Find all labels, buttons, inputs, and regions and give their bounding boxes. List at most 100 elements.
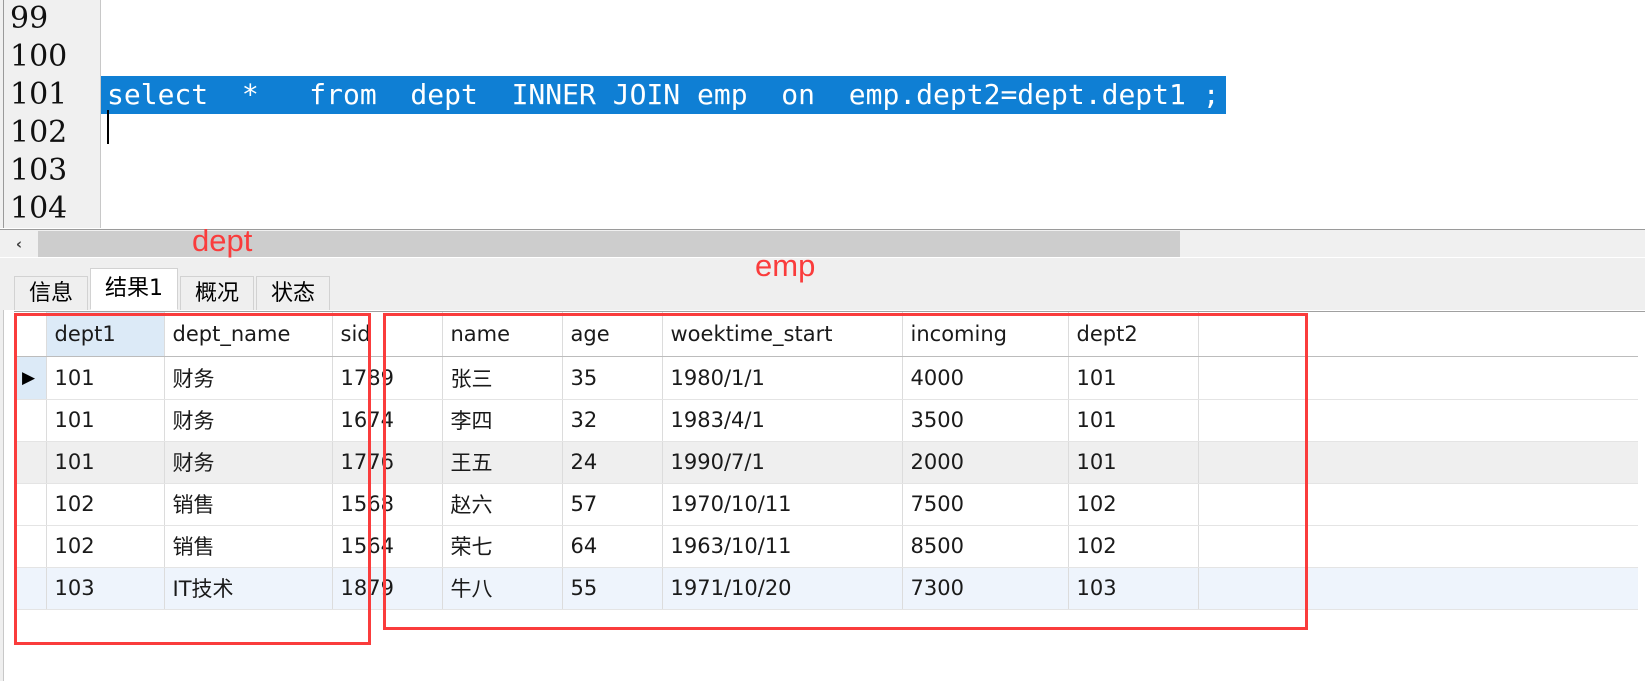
cell-incoming[interactable]: 7500 [902,483,1069,526]
cell-age[interactable]: 32 [562,399,663,442]
column-header-dept1[interactable]: dept1 [46,312,165,357]
sql-editor[interactable]: 99 100 101 102 103 104 select * from dep… [0,0,1645,228]
cell-sid[interactable]: 1564 [332,525,443,568]
cell-dept_name[interactable]: 销售 [164,483,333,526]
annotation-label-emp: emp [755,248,816,283]
cell-dept_name[interactable]: 财务 [164,399,333,442]
annotation-label-dept: dept [192,223,253,258]
cell-age[interactable]: 57 [562,483,663,526]
table-row[interactable]: ▶ 101 财务 1789 张三 35 1980/1/1 4000 101 [14,356,1638,400]
cell-incoming[interactable]: 2000 [902,441,1069,484]
cell-dept1[interactable]: 103 [46,567,165,610]
column-header-woektime_start[interactable]: woektime_start [662,312,903,357]
cell-dept_name[interactable]: 销售 [164,525,333,568]
cell-name[interactable]: 荣七 [442,525,563,568]
cell-dept2[interactable]: 101 [1068,399,1199,442]
cell-name[interactable]: 李四 [442,399,563,442]
cell-dept2[interactable]: 103 [1068,567,1199,610]
cell-incoming[interactable]: 4000 [902,356,1069,400]
code-area[interactable]: select * from dept INNER JOIN emp on emp… [101,0,1645,228]
code-line[interactable] [101,190,1645,228]
cell-name[interactable]: 张三 [442,356,563,400]
cell-woektime_start[interactable]: 1980/1/1 [662,356,903,400]
code-line[interactable] [101,0,1645,38]
cell-dept2[interactable]: 102 [1068,525,1199,568]
result-table: dept1 dept_name sid name age woektime_st… [14,312,1638,610]
table-row[interactable]: 102 销售 1568 赵六 57 1970/10/11 7500 102 [14,483,1638,526]
cell-filler [1198,356,1638,400]
cell-dept_name[interactable]: 财务 [164,441,333,484]
cell-woektime_start[interactable]: 1963/10/11 [662,525,903,568]
column-header-sid[interactable]: sid [332,312,443,357]
cell-dept1[interactable]: 102 [46,483,165,526]
row-indicator-cell[interactable] [14,483,47,526]
row-indicator-cell[interactable]: ▶ [14,356,47,400]
cell-woektime_start[interactable]: 1983/4/1 [662,399,903,442]
cell-filler [1198,483,1638,526]
cell-sid[interactable]: 1776 [332,441,443,484]
cell-woektime_start[interactable]: 1990/7/1 [662,441,903,484]
line-number: 102 [10,115,68,150]
cell-sid[interactable]: 1674 [332,399,443,442]
cell-filler [1198,567,1638,610]
line-number: 100 [10,39,68,74]
cell-dept1[interactable]: 102 [46,525,165,568]
cell-dept1[interactable]: 101 [46,356,165,400]
row-indicator-cell[interactable] [14,399,47,442]
results-panel-left-frame [0,258,4,681]
tab-info[interactable]: 信息 [14,276,89,310]
cell-filler [1198,399,1638,442]
table-row[interactable]: 103 IT技术 1879 牛八 55 1971/10/20 7300 103 [14,567,1638,610]
cell-dept2[interactable]: 102 [1068,483,1199,526]
cell-filler [1198,441,1638,484]
cell-dept2[interactable]: 101 [1068,441,1199,484]
table-header-row: dept1 dept_name sid name age woektime_st… [14,312,1638,357]
sql-statement-selected[interactable]: select * from dept INNER JOIN emp on emp… [101,76,1226,114]
cell-dept1[interactable]: 101 [46,441,165,484]
cell-woektime_start[interactable]: 1971/10/20 [662,567,903,610]
line-number: 104 [10,191,68,226]
column-header-age[interactable]: age [562,312,663,357]
cell-name[interactable]: 王五 [442,441,563,484]
cell-dept_name[interactable]: 财务 [164,356,333,400]
cell-filler [1198,525,1638,568]
cell-name[interactable]: 牛八 [442,567,563,610]
code-line[interactable] [101,38,1645,76]
code-line-wrapper: select * from dept INNER JOIN emp on emp… [101,76,1645,114]
cell-dept2[interactable]: 101 [1068,356,1199,400]
cell-sid[interactable]: 1568 [332,483,443,526]
cell-incoming[interactable]: 7300 [902,567,1069,610]
cell-sid[interactable]: 1789 [332,356,443,400]
cell-age[interactable]: 24 [562,441,663,484]
row-indicator-cell[interactable] [14,441,47,484]
cell-age[interactable]: 64 [562,525,663,568]
line-number: 101 [10,77,68,112]
code-line[interactable] [101,152,1645,190]
cell-woektime_start[interactable]: 1970/10/11 [662,483,903,526]
code-line[interactable] [101,114,1645,152]
cell-incoming[interactable]: 3500 [902,399,1069,442]
cell-name[interactable]: 赵六 [442,483,563,526]
cell-dept1[interactable]: 101 [46,399,165,442]
cell-incoming[interactable]: 8500 [902,525,1069,568]
cell-dept_name[interactable]: IT技术 [164,567,333,610]
column-header-name[interactable]: name [442,312,563,357]
row-indicator-cell[interactable] [14,567,47,610]
cell-age[interactable]: 35 [562,356,663,400]
table-row[interactable]: 102 销售 1564 荣七 64 1963/10/11 8500 102 [14,525,1638,568]
row-indicator-cell[interactable] [14,525,47,568]
tab-profile[interactable]: 概况 [180,276,255,310]
table-row[interactable]: 101 财务 1776 王五 24 1990/7/1 2000 101 [14,441,1638,484]
column-header-dept2[interactable]: dept2 [1068,312,1199,357]
result-grid[interactable]: dept1 dept_name sid name age woektime_st… [14,311,1645,671]
tab-status[interactable]: 状态 [256,276,331,310]
current-row-arrow-icon: ▶ [22,367,36,388]
tab-result1[interactable]: 结果1 [90,268,179,310]
table-row[interactable]: 101 财务 1674 李四 32 1983/4/1 3500 101 [14,399,1638,442]
line-number: 99 [10,1,49,36]
scroll-left-icon[interactable]: ‹ [2,231,36,257]
cell-sid[interactable]: 1879 [332,567,443,610]
cell-age[interactable]: 55 [562,567,663,610]
column-header-dept_name[interactable]: dept_name [164,312,333,357]
column-header-incoming[interactable]: incoming [902,312,1069,357]
